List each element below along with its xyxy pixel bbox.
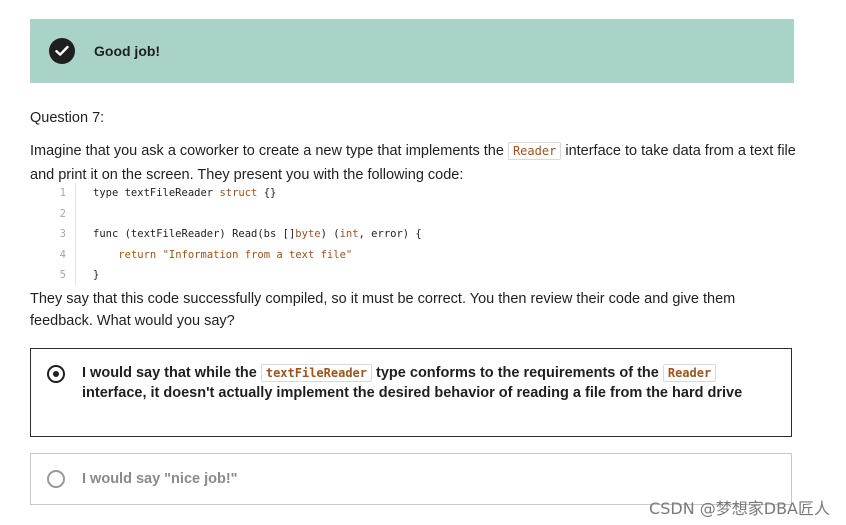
line-number: 5 — [50, 265, 76, 286]
feedback-banner: Good job! — [30, 19, 794, 83]
question-label: Question 7: — [30, 110, 105, 126]
code-text: return "Information from a text file" — [118, 248, 353, 261]
check-circle-icon — [49, 38, 75, 64]
code-line: 2 — [50, 203, 550, 224]
code-line: 1 type textFileReader struct {} — [50, 183, 550, 204]
line-number: 3 — [50, 224, 76, 245]
prompt-text-before: Imagine that you ask a coworker to creat… — [30, 143, 508, 159]
option-text-part: I would say that while the — [82, 365, 261, 381]
line-number: 1 — [50, 183, 76, 204]
option-code-textfilereader: textFileReader — [260, 364, 373, 382]
banner-title: Good job! — [94, 43, 161, 59]
prompt-code-reader: Reader — [507, 142, 562, 160]
answer-option-text: I would say "nice job!" — [82, 471, 238, 487]
question-prompt: Imagine that you ask a coworker to creat… — [30, 139, 800, 187]
watermark: CSDN @梦想家DBA匠人 — [649, 499, 830, 518]
code-line: 4 return "Information from a text file" — [50, 244, 550, 265]
code-line: 5 } — [50, 265, 550, 286]
option-code-reader: Reader — [662, 364, 717, 382]
option-text-part: interface, it doesn't actually implement… — [82, 384, 743, 401]
answer-option-selected[interactable]: I would say that while the textFileReade… — [30, 348, 792, 437]
code-line: 3 func (textFileReader) Read(bs []byte) … — [50, 224, 550, 245]
code-text: func (textFileReader) Read(bs []byte) (i… — [93, 228, 422, 241]
line-number: 2 — [50, 203, 76, 224]
line-number: 4 — [50, 244, 76, 265]
question-followup: They say that this code successfully com… — [30, 291, 736, 329]
option-text-part: type conforms to the requirements of the — [372, 365, 663, 381]
answer-option-text: I would say that while the textFileReade… — [82, 364, 782, 403]
code-block: 1 type textFileReader struct {} 2 3 func… — [50, 183, 550, 286]
code-text: type textFileReader struct {} — [93, 187, 277, 200]
radio-selected-icon[interactable] — [47, 365, 65, 383]
code-text: } — [93, 269, 100, 282]
radio-unselected-icon[interactable] — [47, 470, 65, 488]
